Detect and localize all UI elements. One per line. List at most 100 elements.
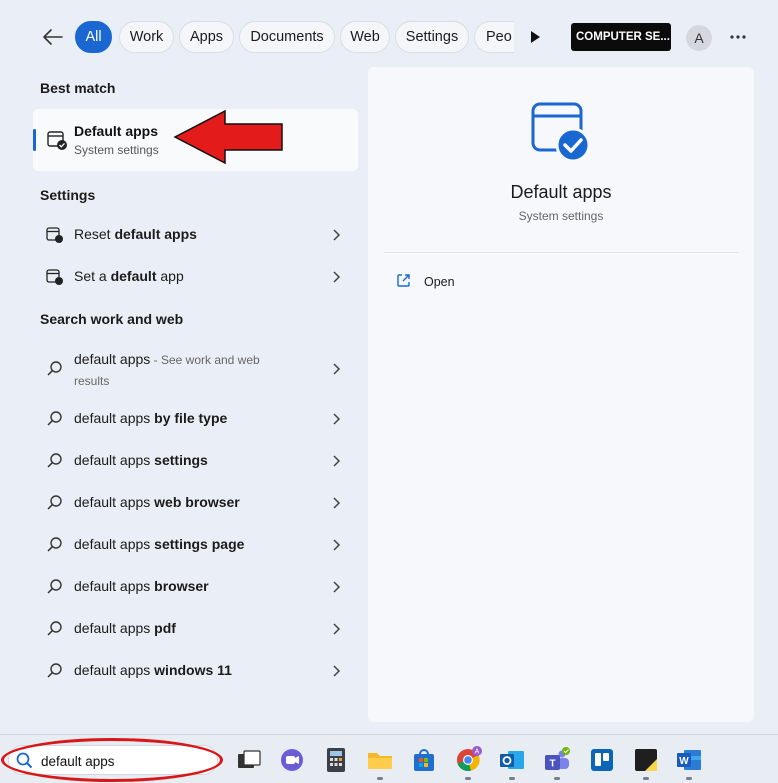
web-result-item[interactable]: default apps by file type (33, 399, 358, 439)
search-input[interactable] (41, 751, 211, 771)
running-indicator (377, 777, 383, 780)
task-view-icon (238, 750, 261, 768)
settings-app-icon (46, 269, 63, 285)
teams-icon: T (545, 747, 570, 770)
chat-icon (281, 749, 303, 771)
running-indicator (554, 777, 560, 780)
chevron-right-icon (333, 581, 341, 593)
filter-chip-all[interactable]: All (75, 21, 112, 53)
avatar[interactable]: A (686, 25, 712, 51)
play-icon (531, 31, 540, 43)
more-dots-icon (730, 35, 746, 39)
web-result-label: default apps settings (74, 452, 208, 468)
web-result-label: default apps browser (74, 578, 209, 594)
filter-chip-work[interactable]: Work (119, 21, 174, 53)
svg-text:A: A (475, 749, 480, 756)
filter-chip-settings[interactable]: Settings (395, 21, 469, 53)
web-result-item[interactable]: default apps browser (33, 567, 358, 607)
trello-app[interactable] (588, 746, 616, 774)
teams-app[interactable]: T (543, 746, 571, 780)
word-icon: W (677, 750, 701, 770)
filter-chip-people[interactable]: Peo (474, 21, 514, 53)
chevron-right-icon (333, 363, 341, 375)
arrow-left-icon (43, 29, 63, 45)
search-icon (47, 453, 62, 468)
divider (384, 252, 739, 253)
organization-badge[interactable]: COMPUTER SE... (571, 23, 671, 51)
chrome-app[interactable]: A (454, 746, 482, 780)
search-icon (47, 621, 62, 636)
filter-chip-apps[interactable]: Apps (179, 21, 234, 53)
preview-subtitle: System settings (518, 209, 604, 223)
preview-pane: Default apps System settings Open (368, 67, 754, 722)
best-match-title: Default apps (74, 123, 159, 139)
chrome-icon: A (457, 746, 482, 772)
best-match-subtitle: System settings (74, 143, 159, 157)
trello-icon (591, 749, 613, 771)
calculator-icon (327, 748, 345, 772)
open-external-icon (397, 274, 410, 287)
settings-item-label: Reset default apps (74, 226, 197, 242)
annotation-arrow (173, 109, 283, 165)
outlook-app[interactable] (498, 746, 526, 780)
chevron-right-icon (333, 229, 341, 241)
web-result-item[interactable]: default apps settings page (33, 525, 358, 565)
word-app[interactable]: W (675, 746, 703, 780)
chevron-right-icon (333, 665, 341, 677)
svg-text:W: W (679, 756, 689, 767)
best-match-heading: Best match (40, 80, 116, 96)
chevron-right-icon (333, 413, 341, 425)
search-icon (47, 663, 62, 678)
search-icon (47, 495, 62, 510)
more-options-button[interactable] (726, 25, 750, 49)
selection-indicator (33, 129, 36, 151)
chevron-right-icon (333, 271, 341, 283)
search-web-heading: Search work and web (40, 311, 184, 327)
preview-title: Default apps (510, 182, 612, 202)
search-panel: All Work Apps Documents Web Settings Peo… (0, 0, 778, 734)
taskbar: A T W (0, 734, 778, 783)
running-indicator (686, 777, 692, 780)
chevron-right-icon (333, 455, 341, 467)
web-result-item[interactable]: default apps windows 11 (33, 651, 358, 691)
web-result-label: default apps - See work and web results (74, 351, 260, 388)
web-result-label: default apps by file type (74, 410, 228, 426)
open-label: Open (424, 275, 455, 289)
search-icon (47, 537, 62, 552)
sticky-notes-icon (635, 749, 657, 771)
chat-app[interactable] (278, 746, 306, 774)
settings-item-reset-default-apps[interactable]: Reset default apps (33, 215, 358, 255)
web-result-item[interactable]: default apps pdf (33, 609, 358, 649)
search-icon (16, 752, 33, 769)
file-explorer-app[interactable] (366, 746, 394, 780)
running-indicator (509, 777, 515, 780)
web-result-item[interactable]: default apps web browser (33, 483, 358, 523)
chevron-right-icon (333, 623, 341, 635)
store-app[interactable] (410, 746, 438, 774)
open-action[interactable]: Open (384, 267, 584, 295)
default-apps-icon (47, 131, 67, 150)
web-result-item[interactable]: default apps settings (33, 441, 358, 481)
running-indicator (465, 777, 471, 780)
web-result-default-apps[interactable]: default apps - See work and web results (33, 343, 358, 395)
web-result-label: default apps settings page (74, 536, 245, 552)
running-indicator (643, 777, 649, 780)
chevron-right-icon (333, 539, 341, 551)
store-bag-icon (414, 749, 434, 771)
chevron-right-icon (333, 497, 341, 509)
task-view-app[interactable] (235, 746, 263, 774)
web-result-label: default apps pdf (74, 620, 176, 636)
search-icon (47, 579, 62, 594)
web-result-label: default apps windows 11 (74, 662, 232, 678)
back-button[interactable] (38, 22, 68, 52)
scroll-filters-button[interactable] (525, 27, 545, 47)
taskbar-search-box[interactable] (8, 745, 218, 775)
search-icon (47, 361, 62, 376)
filter-chip-documents[interactable]: Documents (239, 21, 335, 53)
filter-chip-web[interactable]: Web (340, 21, 390, 53)
settings-item-set-default-app[interactable]: Set a default app (33, 257, 358, 297)
search-icon (47, 411, 62, 426)
calculator-app[interactable] (322, 746, 350, 774)
settings-heading: Settings (40, 187, 96, 203)
sticky-notes-app[interactable] (632, 746, 660, 780)
